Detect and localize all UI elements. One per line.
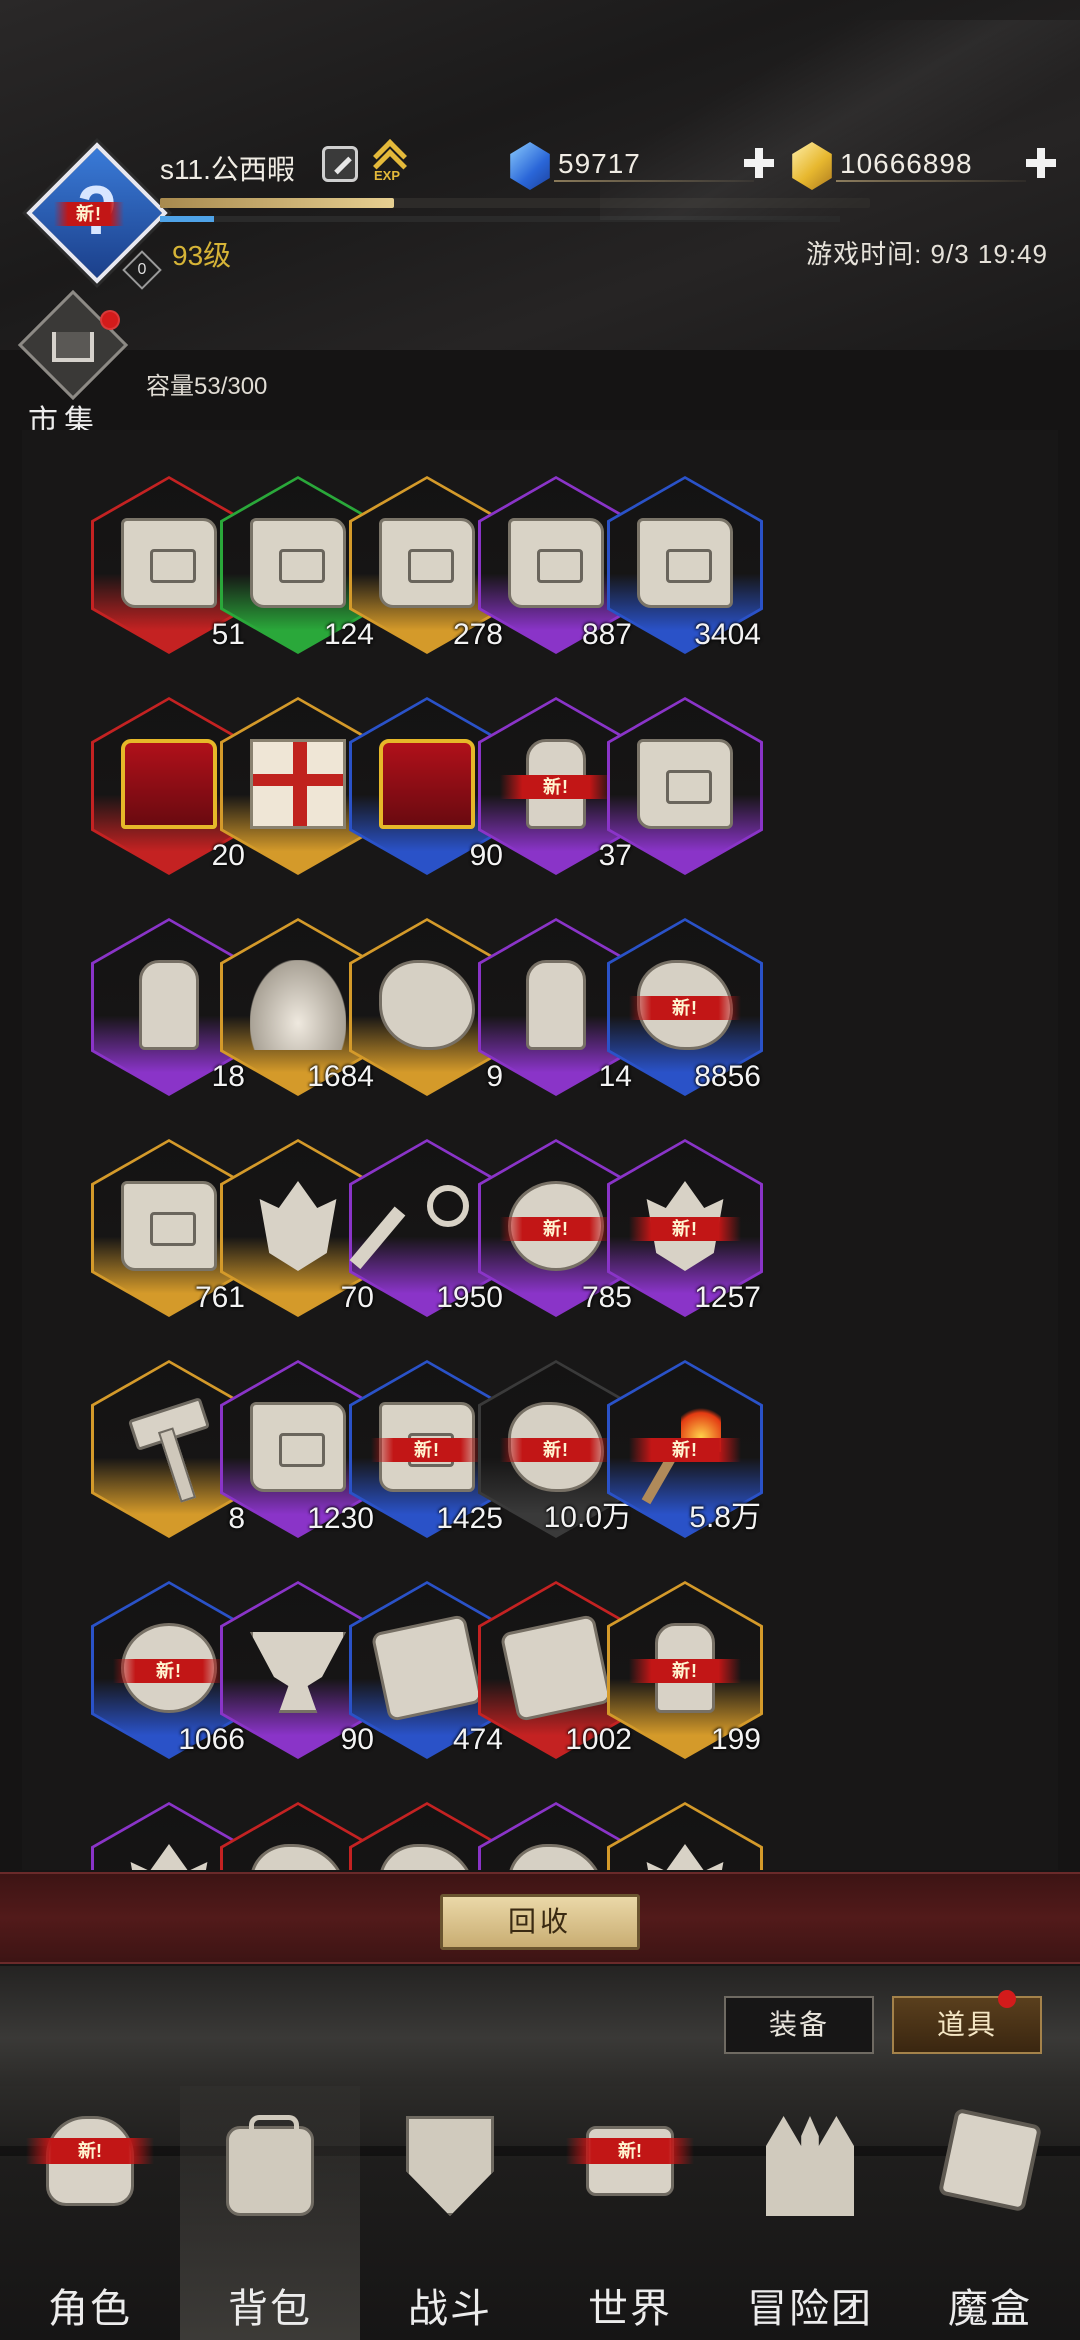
exp-icon-label: EXP <box>374 168 401 183</box>
nav-world-label: 世界 <box>588 2287 672 2331</box>
blue-diamond-icon <box>510 142 550 190</box>
edit-name-icon[interactable] <box>322 146 358 182</box>
diamond-amount: 59717 <box>558 148 641 179</box>
recycle-bar: 回收 <box>0 1872 1080 1964</box>
inventory-item[interactable]: 3404 <box>607 476 763 654</box>
nav-character[interactable]: 新! 角色 <box>0 2086 180 2340</box>
gold-amount: 10666898 <box>840 148 973 179</box>
item-new-badge: 新! <box>629 1659 741 1683</box>
item-new-badge: 新! <box>500 1438 612 1462</box>
inventory-panel[interactable]: 51 124 278 887 3404 20 90 新! 37 18 1684 9 14 新! 8856 76… <box>22 430 1058 1870</box>
clock-icon <box>139 960 199 1050</box>
inventory-item[interactable]: 新! 1257 <box>607 1139 763 1317</box>
diamond-currency: 59717 <box>508 142 778 190</box>
inventory-item[interactable] <box>607 697 763 875</box>
inventory-item[interactable]: 新! 5.8万 <box>607 1360 763 1538</box>
star-scroll-icon <box>637 739 733 829</box>
player-level: 93级 <box>172 240 232 271</box>
nav-adventure-team-label: 冒险团 <box>747 2287 873 2331</box>
map-scroll-icon <box>637 518 733 608</box>
tab-items-label: 道具 <box>936 2009 997 2040</box>
player-name: s11.公西暇 <box>160 154 295 185</box>
nav-character-new-badge: 新! <box>26 2138 154 2164</box>
backpack-icon <box>226 2115 314 2216</box>
potion-jar-icon <box>526 960 586 1050</box>
map-scroll-icon <box>250 518 346 608</box>
item-quantity: 5.8万 <box>689 1501 761 1534</box>
exp-progress-bar <box>160 198 870 208</box>
flame-icon <box>250 960 346 1050</box>
nav-battle-label: 战斗 <box>408 2287 492 2331</box>
castle-icon <box>766 2116 854 2216</box>
item-quantity: 8856 <box>694 1060 761 1093</box>
item-new-badge: 新! <box>629 1217 741 1241</box>
map-scroll-icon <box>379 518 475 608</box>
add-diamond-button[interactable] <box>742 146 776 180</box>
item-new-badge: 新! <box>500 775 612 799</box>
filter-tabs: 装备 道具 <box>0 1966 1080 2086</box>
gold-currency: 10666898 <box>790 142 1060 190</box>
game-time: 游戏时间: 9/3 19:49 <box>806 239 1048 269</box>
nav-magic-box[interactable]: 魔盒 <box>900 2086 1080 2340</box>
secondary-progress-fill <box>160 216 215 222</box>
hammer-icon <box>121 1402 217 1492</box>
rank-badge-value: 0 <box>137 261 147 278</box>
red-crystal-chest-icon <box>121 739 217 829</box>
gold-underline <box>836 180 1026 182</box>
bottom-nav: 新! 角色 背包 战斗 新! 世界 冒险团 魔盒 <box>0 2086 1080 2340</box>
top-header: ʔ 新! 0 s11.公西暇 EXP 93级 59717 10666898 游戏… <box>0 0 1080 350</box>
item-new-badge: 新! <box>629 1438 741 1462</box>
tab-items[interactable]: 道具 <box>892 1990 1042 2054</box>
recycle-button[interactable]: 回收 <box>440 1894 640 1950</box>
diamond-underline <box>554 180 754 182</box>
nav-backpack-label: 背包 <box>228 2287 312 2331</box>
red-crystal-chest-icon <box>379 739 475 829</box>
nav-backpack[interactable]: 背包 <box>180 2086 360 2340</box>
gold-coin-icon <box>792 142 832 190</box>
item-quantity: 199 <box>710 1723 761 1756</box>
inventory-grid: 51 124 278 887 3404 20 90 新! 37 18 1684 9 14 新! 8856 76… <box>22 430 1058 1870</box>
item-quantity: 3404 <box>694 618 761 651</box>
inventory-item[interactable]: 新! 199 <box>607 1581 763 1759</box>
market-button[interactable]: 市集 <box>17 289 129 438</box>
avatar-new-badge: 新! <box>54 202 124 226</box>
sealed-scroll-icon <box>250 1402 346 1492</box>
tab-equipment[interactable]: 装备 <box>724 1996 874 2054</box>
shield-sword-icon <box>406 2116 494 2216</box>
map-scroll-icon <box>508 518 604 608</box>
inventory-item[interactable] <box>607 1802 763 1870</box>
key-icon <box>379 1181 475 1271</box>
nav-world-new-badge: 新! <box>566 2138 694 2164</box>
item-new-badge: 新! <box>113 1659 225 1683</box>
market-notification-dot <box>100 310 120 330</box>
nav-world[interactable]: 新! 世界 <box>540 2086 720 2340</box>
treasure-chest-icon <box>121 1181 217 1271</box>
exp-progress-fill <box>160 198 395 208</box>
inventory-item[interactable]: 新! 8856 <box>607 918 763 1096</box>
nav-character-label: 角色 <box>48 2287 132 2331</box>
secondary-progress-bar <box>160 216 840 222</box>
exp-icon[interactable]: EXP <box>372 139 412 184</box>
nav-battle[interactable]: 战斗 <box>360 2086 540 2340</box>
gift-box-icon <box>250 739 346 829</box>
item-quantity: 1257 <box>694 1281 761 1314</box>
item-new-badge: 新! <box>371 1438 483 1462</box>
item-new-badge: 新! <box>500 1217 612 1241</box>
nav-magic-box-label: 魔盒 <box>948 2287 1032 2331</box>
add-gold-button[interactable] <box>1024 146 1058 180</box>
item-new-badge: 新! <box>629 996 741 1020</box>
map-scroll-icon <box>121 518 217 608</box>
tab-items-notification-dot <box>998 1990 1016 2008</box>
nav-adventure-team[interactable]: 冒险团 <box>720 2086 900 2340</box>
cart-icon <box>52 332 94 362</box>
inventory-capacity: 容量53/300 <box>146 373 268 400</box>
magic-cube-icon <box>937 2107 1043 2213</box>
